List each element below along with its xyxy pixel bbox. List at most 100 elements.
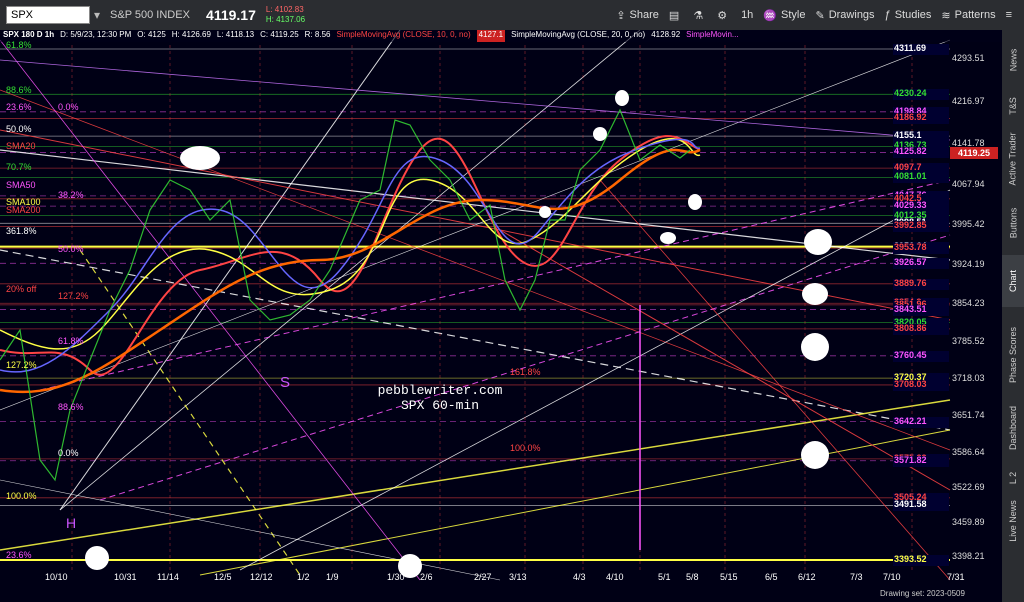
style-icon: ♒: [763, 9, 778, 22]
fib-level-label: 100.0%: [510, 443, 541, 453]
price-axis-label: 3398.21: [952, 551, 985, 562]
price-annotation: 4186.92: [894, 112, 927, 123]
date-axis-label: 2/27: [474, 572, 492, 582]
print-icon: ▤: [668, 9, 680, 22]
sidebar-tab-dashboard[interactable]: Dashboard: [1002, 400, 1024, 455]
date-axis-label: 10/31: [114, 572, 137, 582]
sma-more-label: SimpleMovin...: [686, 30, 739, 39]
price-chart[interactable]: [0, 30, 1002, 602]
price-annotation: 4311.69: [894, 43, 927, 53]
patterns-button[interactable]: ≋ Patterns: [941, 9, 995, 22]
price-annotation: 3926.57: [894, 257, 927, 268]
chart-canvas[interactable]: [0, 30, 1002, 602]
sidebar-tab-active-trader[interactable]: Active Trader: [1002, 125, 1024, 193]
sidebar-tab-label: L 2: [1008, 471, 1018, 484]
symbol-input[interactable]: SPX: [6, 6, 90, 24]
print-button[interactable]: ▤: [669, 9, 683, 22]
sidebar-tab-l-2[interactable]: L 2: [1002, 460, 1024, 495]
sma10-value: 4127.1: [476, 30, 506, 42]
watermark: pebblewriter.com SPX 60-min: [360, 383, 520, 413]
price-axis-label: 3522.69: [952, 482, 985, 493]
sidebar-tab-label: Buttons: [1008, 207, 1018, 238]
cycle-marker: [660, 232, 676, 244]
bar-range: R: 8.56: [304, 30, 331, 39]
bar-close: C: 4119.25: [260, 30, 299, 39]
sidebar-tab-label: News: [1008, 48, 1019, 71]
sidebar-tab-news[interactable]: News: [1002, 32, 1024, 87]
trend-line: [0, 59, 951, 141]
dropdown-icon[interactable]: ▾: [94, 8, 100, 22]
fib-level-label: 70.7%: [6, 162, 32, 172]
cycle-marker: [85, 546, 109, 570]
date-axis-label: 10/10: [45, 572, 68, 582]
fib-level-label: SMA20: [6, 141, 36, 151]
price-annotation: 3808.86: [894, 322, 927, 333]
cycle-marker: [801, 441, 829, 469]
sidebar-tab-buttons[interactable]: Buttons: [1002, 195, 1024, 250]
date-axis-label: 2/6: [420, 572, 433, 582]
price-annotation: 3393.52: [894, 554, 927, 564]
studies-label: Studies: [894, 9, 932, 21]
bar-low: L: 4118.13: [216, 30, 255, 39]
last-price: 4119.17: [206, 7, 256, 23]
sma10-label: SimpleMovingAvg (CLOSE, 10, 0, no): [336, 30, 471, 39]
price-axis-label: 3924.19: [952, 258, 985, 269]
more-button[interactable]: ≡: [1006, 9, 1016, 21]
studies-button[interactable]: ƒ Studies: [885, 9, 932, 21]
price-annotation: 3642.21: [894, 415, 927, 426]
flask-button[interactable]: ⚗: [693, 9, 707, 22]
fib-level-label: 23.6%: [6, 102, 32, 112]
patterns-label: Patterns: [954, 9, 996, 21]
price-annotation: 4155.1: [894, 130, 922, 141]
price-axis-label: 3718.03: [952, 373, 985, 384]
price-axis-label: 4216.97: [952, 95, 985, 106]
share-icon: ⇪: [616, 9, 626, 22]
price-axis-label: 3785.52: [952, 335, 985, 346]
gear-icon: ⚙: [717, 9, 728, 22]
fib-level-label: 50.0%: [6, 124, 32, 134]
date-axis-label: 6/12: [798, 572, 816, 582]
drawings-button[interactable]: ✎ Drawings: [815, 9, 874, 22]
settings-button[interactable]: ⚙: [717, 9, 731, 22]
price-annotation: 3953.78: [894, 242, 927, 253]
price-annotation: 3889.76: [894, 277, 927, 288]
cycle-marker: [539, 206, 551, 218]
current-price-tag: 4119.25: [950, 147, 998, 159]
date-axis-label: 12/12: [250, 572, 273, 582]
date-axis-label: 7/31: [947, 572, 965, 582]
cycle-marker: [593, 127, 607, 141]
day-low: L: 4102.83: [265, 5, 304, 14]
fib-level-label: SMA50: [6, 180, 36, 190]
trend-line: [0, 399, 951, 551]
watermark-site: pebblewriter.com: [377, 383, 503, 398]
bar-date: D: 5/9/23, 12:30 PM: [60, 30, 132, 39]
date-axis-label: 11/14: [157, 572, 179, 582]
sidebar-tab-live-news[interactable]: Live News: [1002, 498, 1024, 543]
fib-level-label: 88.6%: [6, 85, 32, 95]
sidebar-tab-label: Dashboard: [1008, 405, 1018, 450]
style-button[interactable]: ♒ Style: [763, 9, 805, 22]
trend-line: [0, 39, 421, 581]
fib-level-label: 0.0%: [58, 102, 79, 112]
bar-open: O: 4125: [137, 30, 166, 39]
timeframe-button[interactable]: 1h: [741, 9, 753, 21]
sidebar-tab-phase-scores[interactable]: Phase Scores: [1002, 312, 1024, 397]
watermark-subtitle: SPX 60-min: [400, 398, 479, 413]
date-axis-label: 5/15: [720, 572, 738, 582]
fib-level-label: 127.2%: [6, 360, 37, 370]
fib-level-label: 100.0%: [6, 491, 37, 501]
sidebar-tab-label: Phase Scores: [1008, 326, 1018, 383]
top-toolbar: SPX ▾ S&P 500 INDEX 4119.17 L: 4102.83 H…: [0, 0, 1024, 31]
sma20-label: SimpleMovingAvg (CLOSE, 20, 0, no): [511, 30, 646, 39]
cycle-marker: [615, 90, 629, 106]
drawing-set-label[interactable]: Drawing set: 2023-0509: [880, 589, 965, 598]
fib-level-label: 61.8%: [58, 336, 84, 346]
sidebar-tab-t-s[interactable]: T&S: [1002, 90, 1024, 122]
bar-high: H: 4126.69: [171, 30, 211, 39]
day-range: L: 4102.83 H: 4137.06: [266, 5, 305, 25]
patterns-icon: ≋: [941, 9, 951, 22]
price-annotation: 3708.03: [894, 378, 927, 389]
share-button[interactable]: ⇪ Share: [616, 9, 659, 22]
sidebar-tab-chart[interactable]: Chart: [1002, 255, 1024, 307]
price-annotation: 3760.45: [894, 349, 927, 360]
